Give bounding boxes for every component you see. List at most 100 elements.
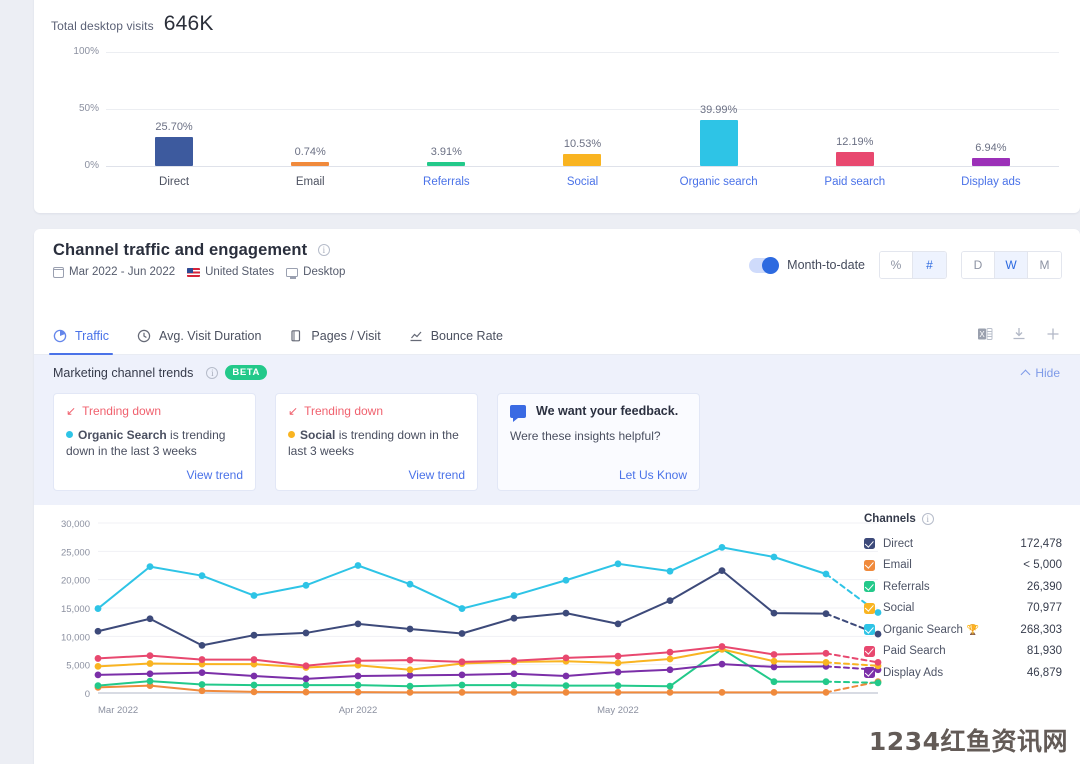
channels-legend: Channels i Direct 172,478 Email < 5,000 … xyxy=(864,513,1062,684)
legend-channel-name: Referrals xyxy=(883,580,930,593)
bar[interactable] xyxy=(155,136,194,166)
feedback-subtitle: Were these insights helpful? xyxy=(510,429,661,443)
unit-button-percent[interactable]: % xyxy=(880,252,913,278)
panel-title-text: Channel traffic and engagement xyxy=(53,241,308,259)
device-filter[interactable]: Desktop xyxy=(286,266,345,279)
insights-info-icon[interactable]: i xyxy=(206,366,219,379)
legend-checkbox[interactable] xyxy=(864,559,875,571)
tab-bounce-rate[interactable]: Bounce Rate xyxy=(409,317,503,355)
bar[interactable] xyxy=(427,161,466,166)
tab-traffic[interactable]: Traffic xyxy=(48,317,114,355)
tab-label: Pages / Visit xyxy=(311,329,381,343)
bar[interactable] xyxy=(291,162,330,166)
channel-trend-line-chart: 0 5,000 10,000 15,000 20,000 25,000 30,000 Mar … xyxy=(48,513,888,728)
bar-value-label: 12.19% xyxy=(836,136,874,149)
add-icon[interactable] xyxy=(1044,325,1062,343)
legend-row[interactable]: Social 70,977 xyxy=(864,598,1062,620)
legend-row[interactable]: Direct 172,478 xyxy=(864,533,1062,555)
channel-color-dot xyxy=(288,431,295,438)
legend-checkbox[interactable] xyxy=(864,581,875,593)
trend-chart-svg: 0 5,000 10,000 15,000 20,000 25,000 30,000 Mar … xyxy=(61,519,882,716)
legend-channel-value: 46,879 xyxy=(1026,666,1062,679)
month-to-date-toggle[interactable] xyxy=(749,256,780,274)
legend-channel-name: Paid Search xyxy=(883,645,946,658)
bar[interactable] xyxy=(699,120,738,166)
channel-traffic-panel: Channel traffic and engagement i Mar 202… xyxy=(34,229,1080,764)
tab-pages-visit[interactable]: Pages / Visit xyxy=(289,317,381,355)
legend-row[interactable]: Referrals 26,390 xyxy=(864,576,1062,598)
download-icon[interactable] xyxy=(1010,325,1028,343)
tab-label: Traffic xyxy=(75,329,110,343)
svg-text:May 2022: May 2022 xyxy=(597,705,639,716)
channels-legend-rows: Direct 172,478 Email < 5,000 Referrals 2… xyxy=(864,533,1062,684)
bar-category-label[interactable]: Organic search xyxy=(680,176,758,188)
bar-value-label: 25.70% xyxy=(155,120,193,133)
legend-checkbox[interactable] xyxy=(864,645,875,657)
bar-category-label[interactable]: Paid search xyxy=(824,176,885,188)
date-range-label: Mar 2022 - Jun 2022 xyxy=(69,266,176,278)
svg-text:5,000: 5,000 xyxy=(66,661,90,672)
legend-checkbox[interactable] xyxy=(864,602,875,614)
bar-value-label: 10.53% xyxy=(563,138,602,150)
total-visits-summary: Total desktop visits 646K xyxy=(51,12,214,36)
date-range-filter[interactable]: Mar 2022 - Jun 2022 xyxy=(53,266,175,278)
legend-row[interactable]: Paid Search 81,930 xyxy=(864,641,1062,663)
insight-text: Social is trending down in the last 3 we… xyxy=(288,428,459,458)
panel-header-controls: Month-to-date % # DWM xyxy=(749,251,1062,279)
page-title: Channel traffic and engagement i xyxy=(53,241,330,260)
hide-insights-button[interactable]: Hide xyxy=(1020,366,1060,380)
legend-row[interactable]: Organic Search 🏆 268,303 xyxy=(864,619,1062,641)
country-filter[interactable]: United States xyxy=(187,266,274,278)
excel-export-icon[interactable]: X xyxy=(976,325,994,343)
info-icon[interactable]: i xyxy=(317,244,330,256)
country-label: United States xyxy=(205,266,275,278)
bar-column: 10.53% Social xyxy=(514,34,650,194)
unit-button-hash[interactable]: # xyxy=(913,252,946,278)
channel-trend-chart-area: 0 5,000 10,000 15,000 20,000 25,000 30,000 Mar … xyxy=(34,505,1080,733)
panel-header: Channel traffic and engagement i Mar 202… xyxy=(34,229,1080,317)
bar[interactable] xyxy=(835,152,874,166)
view-trend-link[interactable]: View trend xyxy=(187,468,243,482)
pages-icon xyxy=(289,329,303,343)
granularity-button-D[interactable]: D xyxy=(962,252,995,278)
granularity-button-M[interactable]: M xyxy=(1028,252,1061,278)
legend-checkbox[interactable] xyxy=(864,538,875,550)
channels-legend-label: Channels xyxy=(864,513,916,525)
granularity-toggle-group[interactable]: DWM xyxy=(961,251,1062,279)
legend-channel-value: 26,390 xyxy=(1026,580,1062,593)
insight-card: ↘ Trending down Organic Search is trendi… xyxy=(53,393,256,491)
bar-value-label: 0.74% xyxy=(294,146,326,158)
svg-text:X: X xyxy=(979,330,985,339)
toggle-knob xyxy=(762,256,780,274)
view-trend-link[interactable]: View trend xyxy=(409,468,465,482)
legend-checkbox[interactable] xyxy=(864,624,875,636)
trend-status-label: Trending down xyxy=(82,404,161,418)
unit-toggle-group[interactable]: % # xyxy=(879,251,947,279)
granularity-button-W[interactable]: W xyxy=(995,252,1028,278)
desktop-icon xyxy=(286,267,299,279)
let-us-know-link[interactable]: Let Us Know xyxy=(619,468,687,482)
legend-channel-value: 172,478 xyxy=(1020,537,1062,550)
svg-text:10,000: 10,000 xyxy=(61,632,90,643)
legend-channel-name: Direct xyxy=(883,537,914,550)
legend-checkbox[interactable] xyxy=(864,667,875,679)
bar[interactable] xyxy=(971,158,1010,166)
insight-text: Organic Search is trending down in the l… xyxy=(66,428,226,458)
legend-channel-name: Display Ads xyxy=(883,666,944,679)
bar-category-label[interactable]: Referrals xyxy=(423,176,470,188)
bar-category-label[interactable]: Social xyxy=(567,176,598,188)
bar-column: 3.91% Referrals xyxy=(378,34,514,194)
channels-legend-title: Channels i xyxy=(864,513,1062,525)
tab-avg-visit-duration[interactable]: Avg. Visit Duration xyxy=(137,317,261,355)
legend-row[interactable]: Display Ads 46,879 xyxy=(864,662,1062,684)
legend-channel-name: Organic Search 🏆 xyxy=(883,623,980,636)
svg-text:20,000: 20,000 xyxy=(61,576,90,587)
bar-category-label[interactable]: Display ads xyxy=(961,176,1020,188)
svg-text:Mar 2022: Mar 2022 xyxy=(98,705,138,716)
channels-info-icon[interactable]: i xyxy=(921,513,934,525)
bar[interactable] xyxy=(563,154,602,166)
total-visits-panel: Total desktop visits 646K 0% 50% 100% 25.7… xyxy=(34,0,1080,213)
legend-row[interactable]: Email < 5,000 xyxy=(864,555,1062,577)
legend-channel-value: < 5,000 xyxy=(1023,559,1062,572)
legend-channel-name: Email xyxy=(883,559,912,572)
